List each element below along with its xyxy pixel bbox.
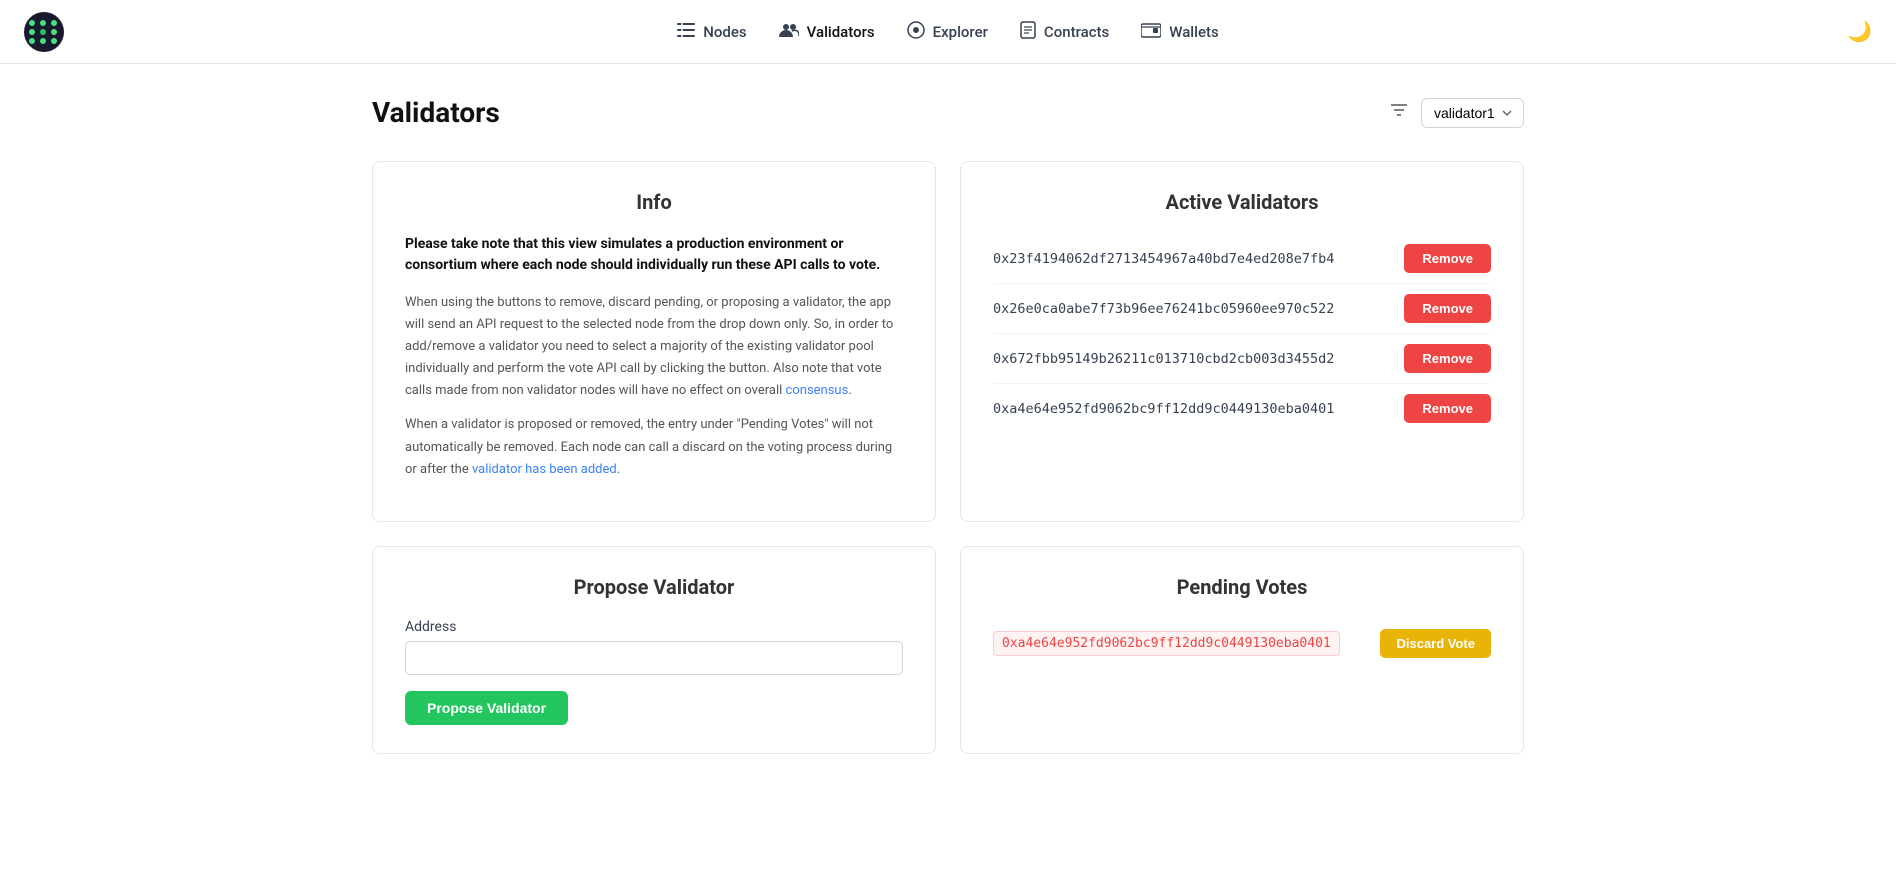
nav-explorer[interactable]: Explorer xyxy=(907,13,988,51)
validator-address-1: 0x23f4194062df2713454967a40bd7e4ed208e7f… xyxy=(993,251,1334,267)
nav-links: Nodes Validators Explorer Contracts Wall… xyxy=(677,13,1218,51)
active-validators-title: Active Validators xyxy=(993,190,1491,214)
cards-grid: Info Please take note that this view sim… xyxy=(372,161,1524,754)
info-card-title: Info xyxy=(405,190,903,214)
page-header: Validators validator1 validator2 validat… xyxy=(372,96,1524,129)
info-text-1: When using the buttons to remove, discar… xyxy=(405,292,903,402)
nav-contracts[interactable]: Contracts xyxy=(1020,13,1109,51)
added-link[interactable]: validator has been added xyxy=(472,462,617,477)
consensus-link[interactable]: consensus xyxy=(786,383,849,398)
nav-nodes[interactable]: Nodes xyxy=(677,13,746,51)
pending-votes-title: Pending Votes xyxy=(993,575,1491,599)
propose-validator-button[interactable]: Propose Validator xyxy=(405,691,568,725)
filter-icon[interactable] xyxy=(1389,102,1409,123)
validator-address-3: 0x672fbb95149b26211c013710cbd2cb003d3455… xyxy=(993,351,1334,367)
remove-validator-1-button[interactable]: Remove xyxy=(1404,244,1491,273)
active-validators-card: Active Validators 0x23f4194062df27134549… xyxy=(960,161,1524,522)
remove-validator-2-button[interactable]: Remove xyxy=(1404,294,1491,323)
app-logo[interactable] xyxy=(24,12,64,52)
nodes-icon xyxy=(677,22,695,42)
info-text-2: When a validator is proposed or removed,… xyxy=(405,414,903,480)
propose-validator-title: Propose Validator xyxy=(405,575,903,599)
info-card: Info Please take note that this view sim… xyxy=(372,161,936,522)
page-title: Validators xyxy=(372,96,500,129)
validator-row: 0x26e0ca0abe7f73b96ee76241bc05960ee970c5… xyxy=(993,284,1491,334)
validator-row: 0x23f4194062df2713454967a40bd7e4ed208e7f… xyxy=(993,234,1491,284)
nav-explorer-label: Explorer xyxy=(933,23,988,41)
pending-vote-address-1: 0xa4e64e952fd9062bc9ff12dd9c0449130eba04… xyxy=(993,631,1340,656)
header-controls: validator1 validator2 validator3 xyxy=(1389,98,1524,128)
dark-mode-toggle[interactable]: 🌙 xyxy=(1847,19,1872,44)
propose-validator-card: Propose Validator Address Propose Valida… xyxy=(372,546,936,754)
nav-wallets[interactable]: Wallets xyxy=(1141,13,1218,51)
discard-vote-button[interactable]: Discard Vote xyxy=(1380,629,1491,658)
explorer-icon xyxy=(907,21,925,43)
navbar: Nodes Validators Explorer Contracts Wall… xyxy=(0,0,1896,64)
nav-nodes-label: Nodes xyxy=(703,23,746,41)
contracts-icon xyxy=(1020,21,1036,43)
validator-row: 0xa4e64e952fd9062bc9ff12dd9c0449130eba04… xyxy=(993,384,1491,433)
remove-validator-4-button[interactable]: Remove xyxy=(1404,394,1491,423)
info-note: Please take note that this view simulate… xyxy=(405,234,903,276)
logo-dots xyxy=(29,20,59,44)
pending-vote-row: 0xa4e64e952fd9062bc9ff12dd9c0449130eba04… xyxy=(993,619,1491,668)
nav-validators[interactable]: Validators xyxy=(779,13,875,51)
pending-votes-card: Pending Votes 0xa4e64e952fd9062bc9ff12dd… xyxy=(960,546,1524,754)
wallets-icon xyxy=(1141,22,1161,42)
validators-icon xyxy=(779,22,799,42)
page-content: Validators validator1 validator2 validat… xyxy=(348,64,1548,786)
validator-address-4: 0xa4e64e952fd9062bc9ff12dd9c0449130eba04… xyxy=(993,401,1334,417)
nav-contracts-label: Contracts xyxy=(1044,23,1109,41)
validator-row: 0x672fbb95149b26211c013710cbd2cb003d3455… xyxy=(993,334,1491,384)
validator-select[interactable]: validator1 validator2 validator3 xyxy=(1421,98,1524,128)
address-label: Address xyxy=(405,619,903,635)
nav-validators-label: Validators xyxy=(807,23,875,41)
remove-validator-3-button[interactable]: Remove xyxy=(1404,344,1491,373)
validator-address-2: 0x26e0ca0abe7f73b96ee76241bc05960ee970c5… xyxy=(993,301,1334,317)
nav-wallets-label: Wallets xyxy=(1169,23,1218,41)
address-input[interactable] xyxy=(405,641,903,675)
